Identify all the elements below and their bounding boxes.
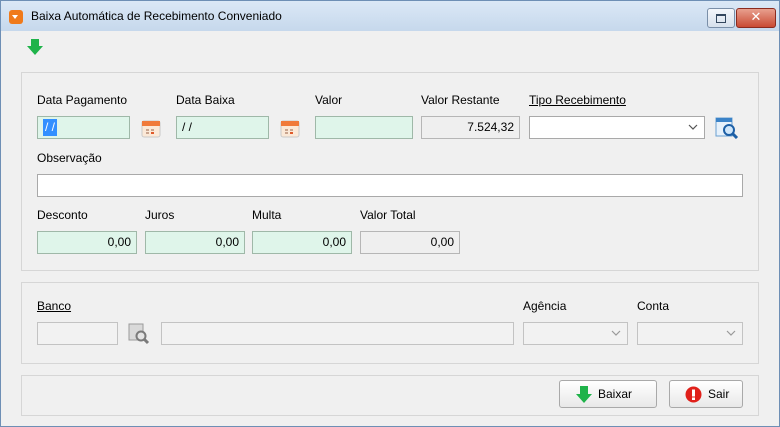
observacao-label: Observação [37,151,102,165]
tipo-recebimento-label[interactable]: Tipo Recebimento [529,93,626,107]
calendar-icon[interactable] [141,118,161,138]
data-pagamento-value: / / [43,119,58,136]
valor-label: Valor [315,93,343,107]
agencia-label: Agência [523,299,567,313]
multa-label: Multa [252,208,282,222]
stop-icon [685,386,702,403]
green-down-arrow-icon[interactable] [27,39,43,55]
data-baixa-label: Data Baixa [176,93,235,107]
multa-field[interactable]: 0,00 [252,231,352,254]
restore-button[interactable] [707,8,735,28]
valor-total-label: Valor Total [360,208,416,222]
chevron-down-icon [726,330,736,336]
close-icon: ✕ [750,10,762,25]
sair-button[interactable]: Sair [669,380,743,408]
desconto-field[interactable]: 0,00 [37,231,137,254]
banco-label[interactable]: Banco [37,299,71,313]
juros-field[interactable]: 0,00 [145,231,245,254]
valor-restante-field: 7.524,32 [421,116,520,139]
desconto-label: Desconto [37,208,88,222]
banco-name-field[interactable] [161,322,514,345]
calendar-icon[interactable] [280,118,300,138]
title-bar[interactable]: Baixa Automática de Recebimento Convenia… [1,1,779,31]
agencia-select[interactable] [523,322,628,345]
baixar-label: Baixar [598,387,633,401]
conta-select[interactable] [637,322,743,345]
close-button[interactable]: ✕ [736,8,776,28]
window-title: Baixa Automática de Recebimento Convenia… [31,9,282,23]
green-down-arrow-icon [576,386,592,403]
dialog-window: Baixa Automática de Recebimento Convenia… [0,0,780,427]
conta-label: Conta [637,299,670,313]
sair-label: Sair [708,387,730,401]
juros-label: Juros [145,208,175,222]
chevron-down-icon [688,124,698,130]
chevron-down-icon [611,330,621,336]
search-icon[interactable] [128,323,150,345]
tipo-recebimento-select[interactable] [529,116,705,139]
valor-field[interactable] [315,116,413,139]
banco-code-field[interactable] [37,322,118,345]
data-pagamento-field[interactable]: / / [37,116,130,139]
observacao-field[interactable] [37,174,743,197]
data-pagamento-label: Data Pagamento [37,93,128,107]
search-icon[interactable] [715,117,739,139]
data-baixa-field[interactable]: / / [176,116,269,139]
baixar-button[interactable]: Baixar [559,380,657,408]
valor-total-field: 0,00 [360,231,460,254]
restore-icon [716,14,726,23]
app-icon [9,10,23,24]
valor-restante-label: Valor Restante [421,93,500,107]
